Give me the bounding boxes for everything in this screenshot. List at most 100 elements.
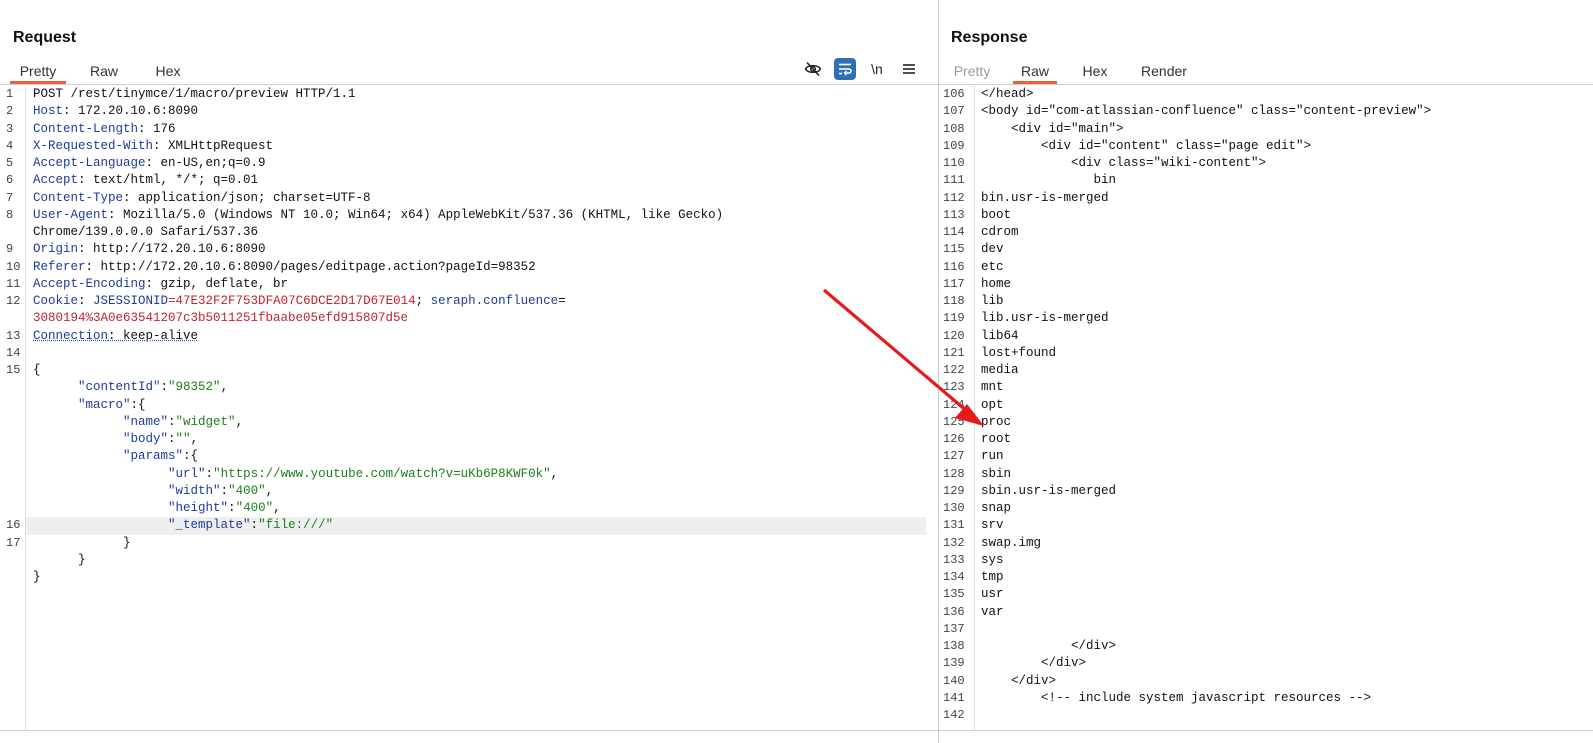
code-token: X-Requested-With xyxy=(33,138,154,153)
code-token: "contentId" xyxy=(78,380,161,395)
code-token: usr xyxy=(981,587,1004,602)
newline-toggle[interactable]: \n xyxy=(866,58,888,80)
line-number: 124 xyxy=(943,397,965,412)
line-number: 127 xyxy=(943,449,965,464)
line-number: 116 xyxy=(943,259,965,274)
line-number: 141 xyxy=(943,690,965,705)
line-number: 134 xyxy=(943,570,965,584)
code-token: sbin xyxy=(981,466,1012,481)
line-number: 132 xyxy=(943,535,965,550)
code-line: swap.img xyxy=(981,535,1583,553)
line-number: 8 xyxy=(6,207,14,222)
code-token: : xyxy=(228,501,236,515)
code-line: "contentId":"98352", xyxy=(33,379,928,397)
response-editor[interactable]: 106 107 108 109 110 111 112 113 114 115 116 117 118 1… xyxy=(939,86,1593,743)
code-token: <!-- include system javascript resources… xyxy=(981,690,1372,705)
code-token: : xyxy=(250,518,259,533)
eye-slash-icon[interactable] xyxy=(802,58,824,80)
code-token: sys xyxy=(981,552,1004,567)
code-token: etc xyxy=(981,259,1004,274)
line-number: 123 xyxy=(943,380,965,395)
code-line: bin xyxy=(981,172,1583,190)
code-line: sbin xyxy=(981,466,1583,484)
code-line: sbin.usr-is-merged xyxy=(981,483,1583,501)
code-token: boot xyxy=(981,207,1012,222)
tab-render[interactable]: Render xyxy=(1135,60,1193,84)
code-token: root xyxy=(981,432,1012,446)
code-token: bin.usr-is-merged xyxy=(981,190,1109,205)
code-line: <div class="wiki-content"> xyxy=(981,155,1583,173)
line-number: 2 xyxy=(6,104,14,119)
code-token: snap xyxy=(981,501,1012,515)
code-line: Host: 172.20.10.6:8090 xyxy=(33,103,928,121)
code-line: srv xyxy=(981,517,1583,535)
tab-hex[interactable]: Hex xyxy=(146,60,190,84)
code-token: : 172.20.10.6:8090 xyxy=(63,104,199,119)
line-number: 107 xyxy=(943,104,965,119)
response-pane: Response Pretty Raw Hex Render 106 107 108… xyxy=(939,0,1593,743)
code-line: Accept: text/html, */*; q=0.01 xyxy=(33,172,928,190)
line-number: 14 xyxy=(6,345,21,360)
code-line: X-Requested-With: XMLHttpRequest xyxy=(33,138,928,156)
code-line: var xyxy=(981,604,1583,622)
code-token: <div class="wiki-content"> xyxy=(981,156,1267,170)
response-title: Response xyxy=(951,29,1028,46)
code-token: <div id="main"> xyxy=(981,121,1124,136)
line-number: 111 xyxy=(943,173,965,188)
tab-raw[interactable]: Raw xyxy=(82,60,126,84)
code-line: etc xyxy=(981,259,1583,277)
line-number: 138 xyxy=(943,639,965,653)
line-number: 130 xyxy=(943,501,965,515)
line-number: 136 xyxy=(943,604,965,619)
line-number: 11 xyxy=(6,276,21,291)
code-line: run xyxy=(981,448,1583,466)
code-token: { xyxy=(33,363,41,377)
line-number: 137 xyxy=(943,621,965,636)
request-editor[interactable]: 1 2 3 4 5 6 7 8 9 10 11 12 13 14 15 16 17 POST /rest/tiny… xyxy=(0,86,938,743)
code-token: , xyxy=(220,380,229,395)
code-line: "params":{ xyxy=(33,448,928,466)
code-line: "macro":{ xyxy=(33,397,928,415)
word-wrap-icon[interactable] xyxy=(834,58,856,80)
code-token: <div id="content" class="page edit"> xyxy=(981,138,1312,153)
tab-raw[interactable]: Raw xyxy=(1013,60,1057,84)
code-line: POST /rest/tinymce/1/macro/preview HTTP/… xyxy=(33,86,928,104)
code-line: "width":"400", xyxy=(33,483,928,501)
code-token: , xyxy=(273,501,281,515)
tab-pretty[interactable]: Pretty xyxy=(10,60,66,84)
line-number: 12 xyxy=(6,294,21,308)
hamburger-menu-icon[interactable] xyxy=(898,58,920,80)
code-token: media xyxy=(981,363,1019,377)
line-number: 122 xyxy=(943,363,965,377)
code-line: } xyxy=(33,569,928,587)
code-token: "file:///" xyxy=(258,518,334,533)
code-token: : http://172.20.10.6:8090 xyxy=(78,242,266,257)
code-token: : xyxy=(205,466,214,481)
line-number: 113 xyxy=(943,207,965,222)
code-line: Cookie: JSESSIONID=47E32F2F753DFA07C6DCE… xyxy=(33,293,928,311)
code-line: "body":"", xyxy=(33,431,928,449)
code-line: snap xyxy=(981,500,1583,518)
tab-pretty[interactable]: Pretty xyxy=(947,60,997,84)
code-line: Accept-Language: en-US,en;q=0.9 xyxy=(33,155,928,173)
code-token: lost+found xyxy=(981,345,1057,360)
code-line: Referer: http://172.20.10.6:8090/pages/e… xyxy=(33,259,928,277)
code-line: </div> xyxy=(981,638,1583,656)
code-token: : text/html, */*; q=0.01 xyxy=(78,173,259,188)
line-number: 115 xyxy=(943,242,965,257)
code-token: 3080194%3A0e63541207c3b5011251fbaabe05ef… xyxy=(33,311,409,326)
code-token: lib64 xyxy=(981,328,1019,343)
code-token: </div> xyxy=(981,656,1087,671)
code-line: lib64 xyxy=(981,328,1583,346)
tab-hex[interactable]: Hex xyxy=(1073,60,1117,84)
code-line: </div> xyxy=(981,655,1583,673)
code-token: :{ xyxy=(130,397,146,412)
code-token: : Mozilla/5.0 (Windows NT 10.0; Win64; x… xyxy=(108,207,724,222)
code-token: "width" xyxy=(168,483,221,498)
code-token: "400" xyxy=(228,483,266,498)
line-number: 139 xyxy=(943,656,965,671)
